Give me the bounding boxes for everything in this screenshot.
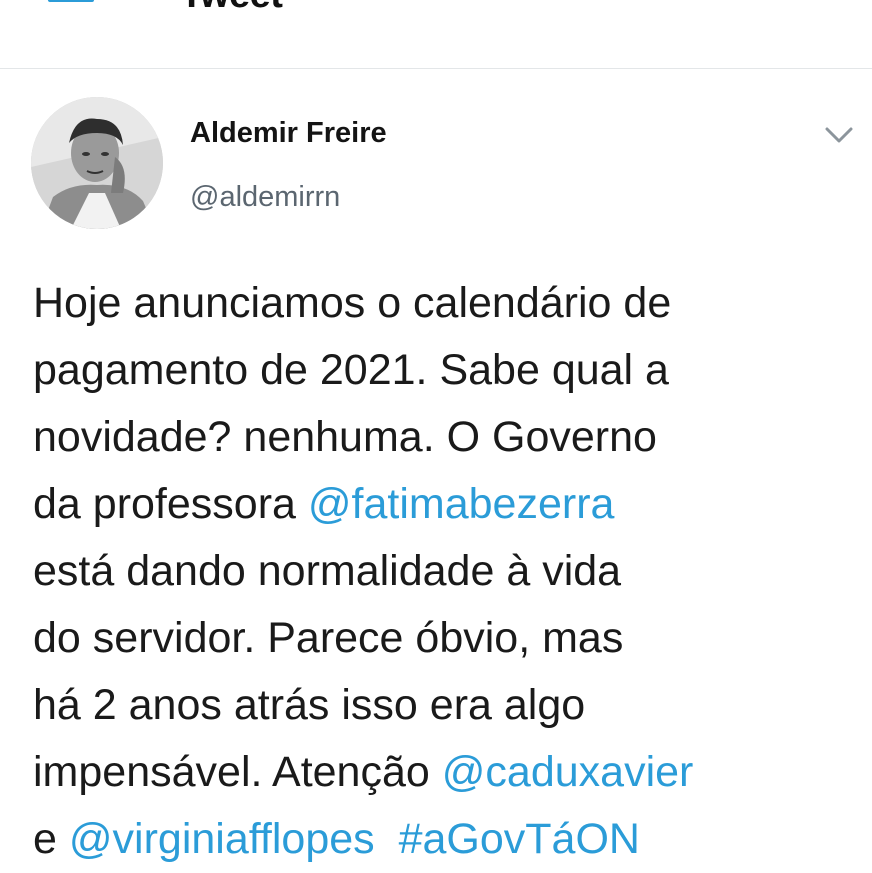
tweet-author-row: Aldemir Freire @aldemirrn xyxy=(0,69,872,259)
mention-link[interactable]: @fatimabezerra xyxy=(308,480,615,528)
tweet-text-segment: impensável. Atenção xyxy=(33,748,442,796)
arrow-left-icon xyxy=(48,0,94,2)
tweet-line: do servidor. Parece óbvio, mas xyxy=(33,614,624,662)
tweet-line: pagamento de 2021. Sabe qual a xyxy=(33,346,669,394)
page-title: Tweet xyxy=(180,0,283,17)
mention-link[interactable]: @caduxavier xyxy=(442,748,694,796)
back-button[interactable] xyxy=(40,0,100,22)
tweet-menu-button[interactable] xyxy=(821,123,857,147)
user-avatar-image xyxy=(31,97,163,229)
tweet-text-segment: e xyxy=(33,815,69,863)
tweet-line: novidade? nenhuma. O Governo xyxy=(33,413,657,461)
tweet-line: Hoje anunciamos o calendário de xyxy=(33,279,672,327)
tweet-line: e @virginiafflopes #aGovTáON xyxy=(33,806,863,873)
tweet-text-segment: da professora xyxy=(33,480,308,528)
tweet-line: impensável. Atenção @caduxavier xyxy=(33,739,863,806)
tweet-line: está dando normalidade à vida xyxy=(33,547,622,595)
hashtag-link[interactable]: #aGovTáON xyxy=(399,815,640,863)
author-name[interactable]: Aldemir Freire xyxy=(190,117,387,150)
tweet-line: da professora @fatimabezerra xyxy=(33,471,863,538)
tweet-line: há 2 anos atrás isso era algo xyxy=(33,681,586,729)
top-bar: Tweet xyxy=(0,0,872,69)
chevron-down-icon xyxy=(825,127,853,143)
author-handle[interactable]: @aldemirrn xyxy=(190,181,340,214)
mention-link[interactable]: @virginiafflopes xyxy=(69,815,375,863)
tweet-text-segment xyxy=(375,815,399,863)
tweet-text: Hoje anunciamos o calendário de pagament… xyxy=(33,270,863,873)
avatar[interactable] xyxy=(31,97,163,229)
